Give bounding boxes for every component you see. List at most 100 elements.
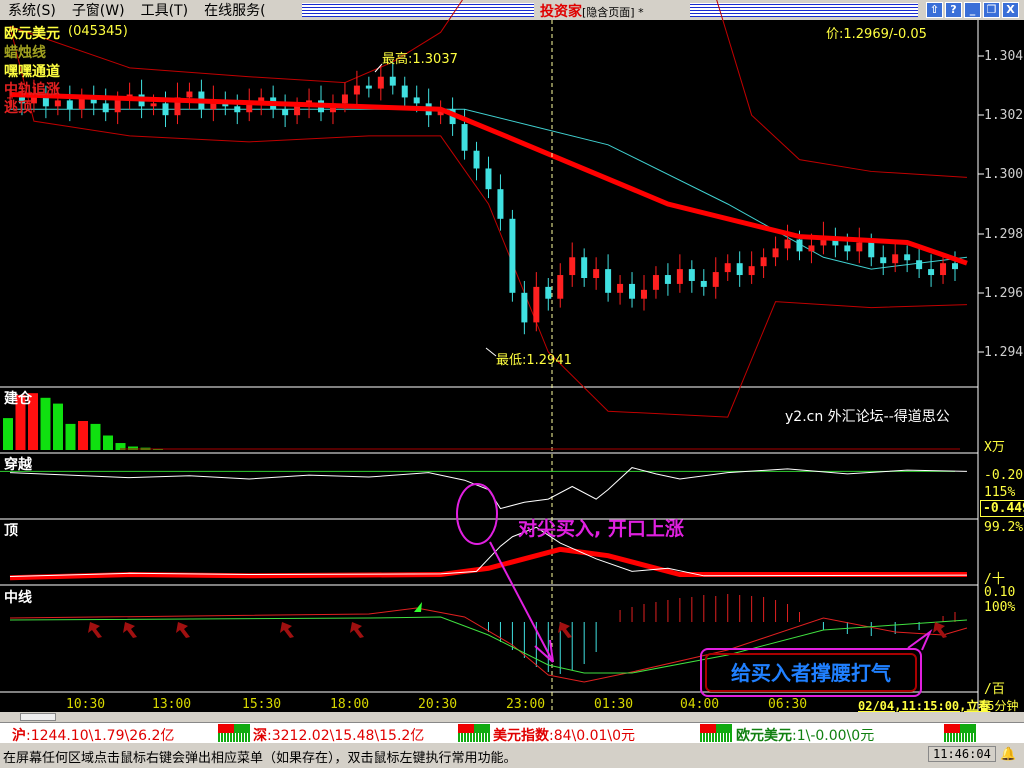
indicator-candle[interactable]: 蜡烛线 [4, 42, 46, 62]
indicator-escape-top[interactable]: 逃顶 [4, 97, 32, 117]
time-label: 06:30 [768, 697, 808, 712]
candle-body [509, 218, 516, 293]
indicator-mid-chase[interactable]: 中轨追涨 [4, 79, 60, 99]
candle-body [629, 283, 636, 299]
candle-body [353, 85, 360, 95]
candle-body [736, 263, 743, 276]
volume-bar [103, 435, 113, 450]
status-bar: 在屏幕任何区域点击鼠标右键会弹出相应菜单（如果存在），双击鼠标左键执行常用功能。… [0, 743, 1024, 768]
candle-body [282, 109, 289, 116]
candle-body [389, 76, 396, 86]
candle-body [569, 257, 576, 276]
volume-bar [3, 418, 13, 450]
volume-bar [65, 423, 76, 450]
candle-body [617, 283, 624, 293]
axis-label: 100% [984, 600, 1016, 615]
axis-label: 0.10 [984, 585, 1016, 600]
high-label: 最高:1.3037 [382, 52, 458, 67]
horizontal-scrollbar[interactable] [0, 712, 1024, 722]
candle-body [784, 239, 791, 249]
candle-body [688, 269, 695, 281]
symbol-name: 欧元美元 [4, 26, 60, 42]
candle-body [928, 269, 935, 276]
axis-label: 1.302 [984, 108, 1024, 123]
candle-body [186, 91, 193, 98]
volume-bar [53, 403, 63, 450]
time-label: 18:00 [330, 697, 370, 712]
clock: 11:46:04 [928, 746, 996, 762]
low-label: 最低:1.2941 [496, 353, 572, 368]
axis-label: 1.298 [984, 227, 1024, 242]
candle-body [294, 106, 301, 116]
candle-body [640, 289, 647, 299]
axis-label: 1.296 [984, 286, 1024, 301]
status-text: 在屏幕任何区域点击鼠标右键会弹出相应菜单（如果存在），双击鼠标左键执行常用功能。 [3, 751, 517, 766]
candle-body [880, 257, 887, 264]
axis-label: 1.294 [984, 345, 1024, 360]
candle-body [377, 76, 384, 89]
symbol-code: (045345) [68, 24, 128, 39]
current-value-badge: -0.449 [980, 500, 1024, 517]
ticker-sz[interactable]: 深:3212.02\15.48\15.2亿 [253, 725, 424, 745]
ticker-bar: 沪:1244.10\1.79\26.2亿 深:3212.02\15.48\15.… [0, 722, 1024, 745]
candle-body [772, 248, 779, 258]
ticker-usd-index[interactable]: 美元指数:84\0.01\0元 [493, 725, 635, 745]
axis-label: 1.300 [984, 167, 1024, 182]
time-label: 20:30 [418, 697, 458, 712]
panel-title-ding: 顶 [4, 523, 18, 539]
scroll-thumb[interactable] [20, 713, 56, 721]
volume-bar [90, 423, 101, 450]
candle-body [605, 269, 612, 293]
mini-chart [458, 724, 490, 742]
candle-body [904, 254, 911, 261]
time-label: 10:30 [66, 697, 106, 712]
candle-body [114, 100, 121, 113]
candle-body [724, 263, 731, 273]
candle-body [916, 260, 923, 270]
time-label: 01:30 [594, 697, 634, 712]
candle-body [581, 257, 588, 278]
axis-label: 1.304 [984, 49, 1024, 64]
candle-body [66, 100, 73, 110]
candle-body [796, 239, 803, 252]
ticker-sh[interactable]: 沪:1244.10\1.79\26.2亿 [12, 725, 174, 745]
panel-title-jiancang: 建仓 [4, 391, 32, 407]
axis-label: 99.2% [984, 520, 1024, 535]
candle-body [940, 263, 947, 276]
panel-title-chuanyue: 穿越 [4, 457, 32, 473]
annotation-box: 给买入者撑腰打气 [700, 648, 922, 697]
candle-body [808, 245, 815, 252]
candle-body [521, 292, 528, 323]
candle-body [485, 168, 492, 190]
candle-body [868, 242, 875, 258]
ticker-eurusd[interactable]: 欧元美元:1\-0.00\0元 [736, 725, 874, 745]
candle-body [557, 275, 564, 299]
candle-body [892, 254, 899, 264]
candle-body [593, 269, 600, 278]
candle-body [401, 85, 408, 98]
candle-body [102, 103, 109, 113]
candle-body [856, 242, 863, 252]
volume-bar [40, 397, 51, 450]
candle-body [700, 280, 707, 287]
indicator-channel[interactable]: 嘿嘿通道 [4, 61, 60, 81]
time-label: 04:00 [680, 697, 720, 712]
candle-body [712, 272, 719, 287]
candle-body [652, 275, 659, 290]
candle-body [150, 103, 157, 107]
candle-body [952, 263, 958, 270]
candle-body [676, 269, 683, 284]
candle-body [664, 275, 671, 284]
candle-body [365, 85, 372, 89]
candle-body [461, 124, 468, 151]
candle-body [413, 97, 420, 104]
watermark-text: y2.cn 外汇论坛--得道思公 [785, 409, 950, 425]
panel-title-zhongxian: 中线 [4, 590, 32, 606]
mini-chart [700, 724, 732, 742]
bell-icon[interactable]: 🔔 [1000, 747, 1016, 762]
candle-body [162, 103, 169, 116]
candle-body [844, 245, 851, 252]
candle-body [473, 150, 480, 169]
axis-unit: X万 [984, 440, 1005, 455]
price-readout: 价:1.2969/-0.05 [826, 27, 927, 42]
